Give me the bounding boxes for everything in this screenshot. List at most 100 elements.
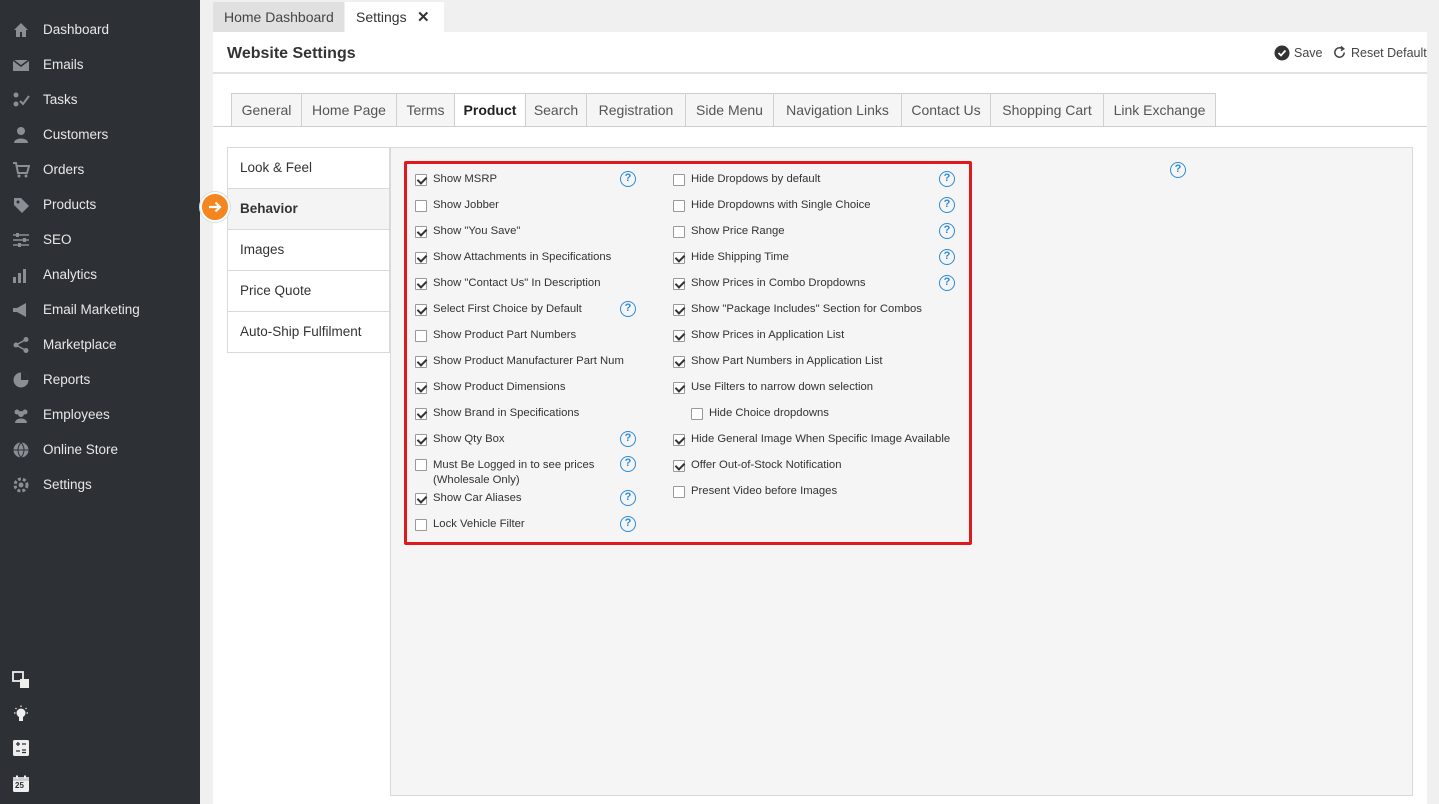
tab-product[interactable]: Product [454, 93, 525, 127]
checkbox[interactable] [415, 408, 427, 420]
sidebar-item-settings[interactable]: Settings [0, 467, 200, 502]
tab-shopping-cart[interactable]: Shopping Cart [990, 93, 1103, 127]
sidebar-item-emails[interactable]: Emails [0, 47, 200, 82]
checkbox[interactable] [415, 330, 427, 342]
help-icon[interactable]: ? [620, 431, 636, 447]
tab-navigation-links[interactable]: Navigation Links [773, 93, 901, 127]
checkbox[interactable] [415, 519, 427, 531]
tab-general[interactable]: General [231, 93, 301, 127]
tab-terms[interactable]: Terms [396, 93, 454, 127]
save-button[interactable]: Save [1274, 45, 1323, 61]
option-hide-choice-dropdowns[interactable]: Hide Choice dropdowns [691, 406, 941, 424]
help-icon[interactable]: ? [939, 275, 955, 291]
option-show-product-dimensions[interactable]: Show Product Dimensions [415, 380, 665, 398]
option-show-prices-in-combo-dropdowns[interactable]: Show Prices in Combo Dropdowns [673, 276, 923, 294]
option-hide-general-image-when-specific-image-available[interactable]: Hide General Image When Specific Image A… [673, 432, 950, 450]
checkbox[interactable] [673, 382, 685, 394]
checkbox[interactable] [673, 174, 685, 186]
help-icon[interactable]: ? [939, 197, 955, 213]
subnav-images[interactable]: Images [228, 230, 389, 271]
option-hide-dropdowns-with-single-choice[interactable]: Hide Dropdowns with Single Choice [673, 198, 923, 216]
checkbox[interactable] [415, 278, 427, 290]
checkbox[interactable] [673, 486, 685, 498]
subnav-auto-ship-fulfilment[interactable]: Auto-Ship Fulfilment [228, 312, 389, 353]
option-hide-dropdows-by-default[interactable]: Hide Dropdows by default [673, 172, 923, 190]
help-icon[interactable]: ? [939, 171, 955, 187]
tab-registration[interactable]: Registration [586, 93, 685, 127]
sidebar-item-email-marketing[interactable]: Email Marketing [0, 292, 200, 327]
option-show-contact-us-in-description[interactable]: Show "Contact Us" In Description [415, 276, 665, 294]
option-show-attachments-in-specifications[interactable]: Show Attachments in Specifications [415, 250, 665, 268]
subnav-price-quote[interactable]: Price Quote [228, 271, 389, 312]
subnav-look-and-feel[interactable]: Look & Feel [228, 148, 389, 189]
checkbox[interactable] [673, 278, 685, 290]
tab-home-dashboard[interactable]: Home Dashboard [213, 2, 344, 32]
option-show-prices-in-application-list[interactable]: Show Prices in Application List [673, 328, 923, 346]
checkbox[interactable] [673, 226, 685, 238]
checkbox[interactable] [673, 252, 685, 264]
sidebar-item-customers[interactable]: Customers [0, 117, 200, 152]
windows-icon[interactable] [12, 671, 30, 689]
option-show-price-range[interactable]: Show Price Range [673, 224, 923, 242]
option-hide-shipping-time[interactable]: Hide Shipping Time [673, 250, 923, 268]
tab-home-page[interactable]: Home Page [301, 93, 396, 127]
option-show-product-manufacturer-part-num[interactable]: Show Product Manufacturer Part Num [415, 354, 665, 372]
help-icon[interactable]: ? [939, 249, 955, 265]
help-icon[interactable]: ? [620, 490, 636, 506]
checkbox[interactable] [691, 408, 703, 420]
help-icon[interactable]: ? [620, 301, 636, 317]
help-icon[interactable]: ? [939, 223, 955, 239]
option-label-text: Present Video before Images [691, 485, 838, 497]
sidebar-item-reports[interactable]: Reports [0, 362, 200, 397]
tab-contact-us[interactable]: Contact Us [901, 93, 990, 127]
help-icon[interactable]: ? [620, 456, 636, 472]
checkbox[interactable] [415, 459, 427, 471]
calendar-icon[interactable]: 25 [12, 775, 30, 793]
help-icon[interactable]: ? [620, 171, 636, 187]
help-icon[interactable]: ? [620, 516, 636, 532]
calculator-icon[interactable] [12, 739, 30, 757]
checkbox[interactable] [415, 174, 427, 186]
checkbox[interactable] [415, 493, 427, 505]
sidebar-item-seo[interactable]: SEO [0, 222, 200, 257]
tab-side-menu[interactable]: Side Menu [685, 93, 773, 127]
checkbox[interactable] [415, 226, 427, 238]
option-show-package-includes-section-for-combos[interactable]: Show "Package Includes" Section for Comb… [673, 302, 923, 320]
option-show-you-save[interactable]: Show "You Save" [415, 224, 665, 242]
checkbox[interactable] [415, 200, 427, 212]
subnav-behavior[interactable]: Behavior [228, 189, 389, 230]
checkbox[interactable] [673, 330, 685, 342]
option-use-filters-to-narrow-down-selection[interactable]: Use Filters to narrow down selection [673, 380, 923, 398]
sidebar-item-orders[interactable]: Orders [0, 152, 200, 187]
tab-settings[interactable]: Settings ✕ [345, 2, 444, 32]
sidebar-item-online-store[interactable]: Online Store [0, 432, 200, 467]
sidebar-item-tasks[interactable]: Tasks [0, 82, 200, 117]
close-icon[interactable]: ✕ [417, 8, 430, 26]
option-show-part-numbers-in-application-list[interactable]: Show Part Numbers in Application List [673, 354, 923, 372]
option-show-jobber[interactable]: Show Jobber [415, 198, 665, 216]
tab-link-exchange[interactable]: Link Exchange [1103, 93, 1216, 127]
checkbox[interactable] [415, 252, 427, 264]
checkbox[interactable] [415, 304, 427, 316]
tab-search[interactable]: Search [525, 93, 586, 127]
sidebar-item-analytics[interactable]: Analytics [0, 257, 200, 292]
checkbox[interactable] [673, 460, 685, 472]
checkbox[interactable] [415, 434, 427, 446]
checkbox[interactable] [673, 356, 685, 368]
checkbox[interactable] [673, 200, 685, 212]
lightbulb-icon[interactable] [12, 705, 30, 723]
option-show-brand-in-specifications[interactable]: Show Brand in Specifications [415, 406, 665, 424]
sidebar-item-employees[interactable]: Employees [0, 397, 200, 432]
sidebar-item-products[interactable]: Products [0, 187, 200, 222]
option-present-video-before-images[interactable]: Present Video before Images [673, 484, 923, 502]
checkbox[interactable] [673, 304, 685, 316]
checkbox[interactable] [673, 434, 685, 446]
sidebar-item-dashboard[interactable]: Dashboard [0, 12, 200, 47]
sidebar-item-marketplace[interactable]: Marketplace [0, 327, 200, 362]
option-offer-out-of-stock-notification[interactable]: Offer Out-of-Stock Notification [673, 458, 923, 476]
reset-default-button[interactable]: Reset Default [1332, 45, 1427, 60]
option-show-product-part-numbers[interactable]: Show Product Part Numbers [415, 328, 665, 346]
checkbox[interactable] [415, 356, 427, 368]
checkbox[interactable] [415, 382, 427, 394]
help-icon[interactable]: ? [1170, 162, 1186, 178]
